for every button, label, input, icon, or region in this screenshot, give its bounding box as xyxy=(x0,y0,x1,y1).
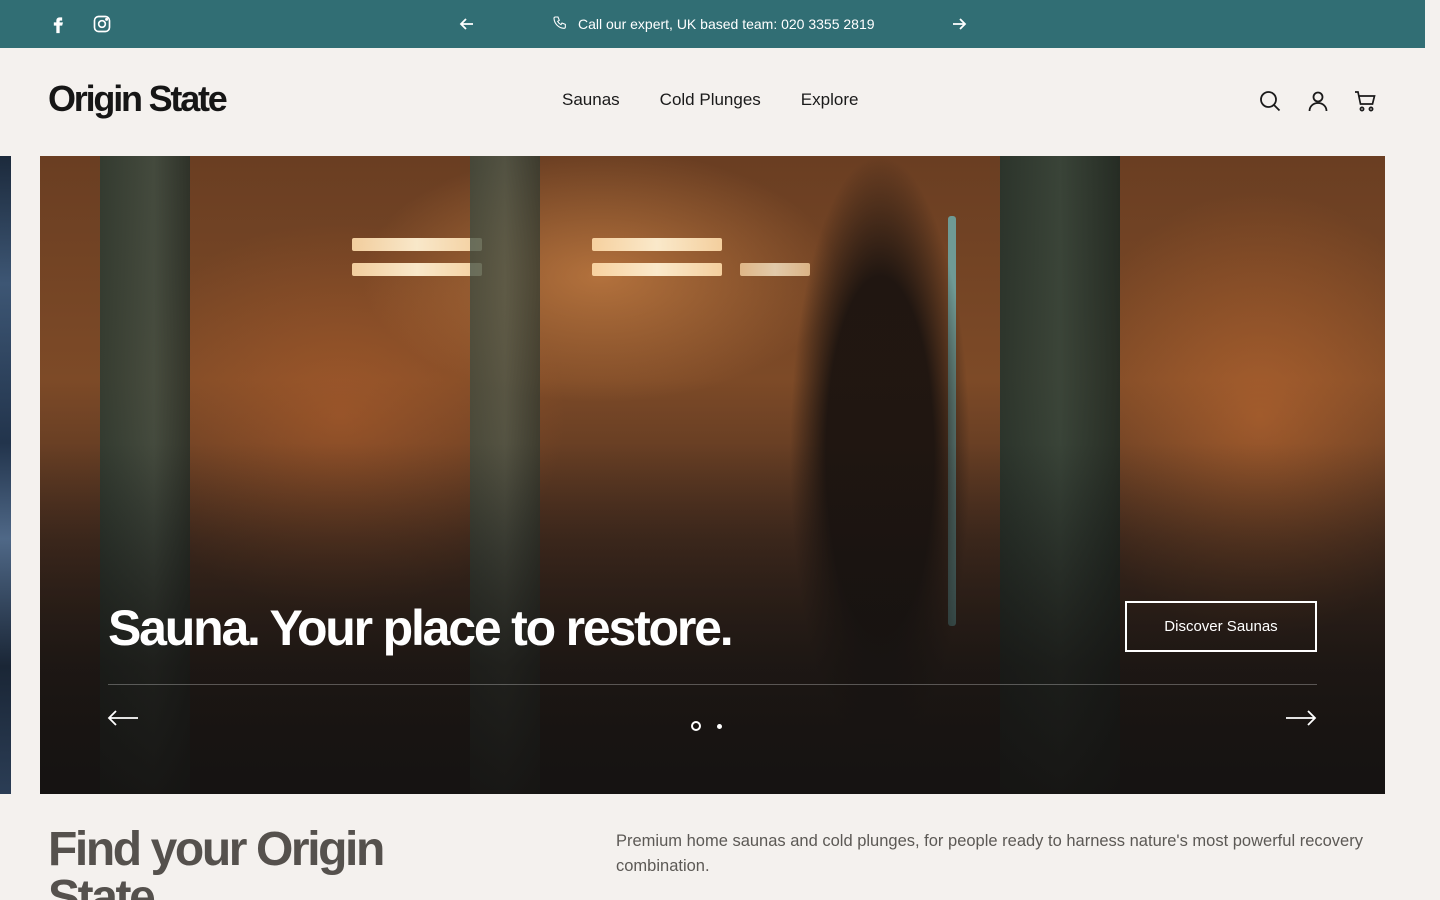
main-nav: Saunas Cold Plunges Explore xyxy=(562,90,858,110)
hero-overlay xyxy=(40,156,1385,794)
intro-text: Premium home saunas and cold plunges, fo… xyxy=(616,832,1363,875)
hero-next-button[interactable] xyxy=(1284,704,1318,732)
discover-saunas-button[interactable]: Discover Saunas xyxy=(1125,601,1317,652)
slider-pagination xyxy=(691,721,722,731)
hero-divider xyxy=(108,684,1317,685)
site-header: Origin State Saunas Cold Plunges Explore xyxy=(0,48,1440,156)
facebook-icon[interactable] xyxy=(46,12,70,36)
nav-item-cold-plunges[interactable]: Cold Plunges xyxy=(660,90,761,110)
hero-title: Sauna. Your place to restore. xyxy=(108,600,734,656)
announcement-message: Call our expert, UK based team: 020 3355… xyxy=(552,0,875,48)
nav-item-explore[interactable]: Explore xyxy=(801,90,859,110)
slide-dot-1[interactable] xyxy=(691,721,701,731)
hero-slider: Sauna. Your place to restore. Discover S… xyxy=(40,156,1385,794)
previous-slide-peek xyxy=(0,156,11,794)
phone-icon xyxy=(552,15,568,34)
account-icon[interactable] xyxy=(1305,88,1331,114)
announcement-prev-button[interactable] xyxy=(455,12,479,36)
announcement-bar: Call our expert, UK based team: 020 3355… xyxy=(0,0,1425,48)
slide-dot-2[interactable] xyxy=(717,723,722,729)
intro-title: Find your Origin State xyxy=(48,823,385,900)
hero-prev-button[interactable] xyxy=(106,704,140,732)
announcement-next-button[interactable] xyxy=(947,12,971,36)
logo[interactable]: Origin State xyxy=(48,78,228,120)
cart-icon[interactable] xyxy=(1352,88,1378,114)
announcement-phone-link[interactable]: Call our expert, UK based team: 020 3355… xyxy=(578,16,875,32)
search-icon[interactable] xyxy=(1257,88,1283,114)
arrow-left-icon xyxy=(107,710,138,726)
nav-item-saunas[interactable]: Saunas xyxy=(562,90,620,110)
instagram-icon[interactable] xyxy=(90,12,114,36)
arrow-right-icon xyxy=(1286,710,1317,726)
